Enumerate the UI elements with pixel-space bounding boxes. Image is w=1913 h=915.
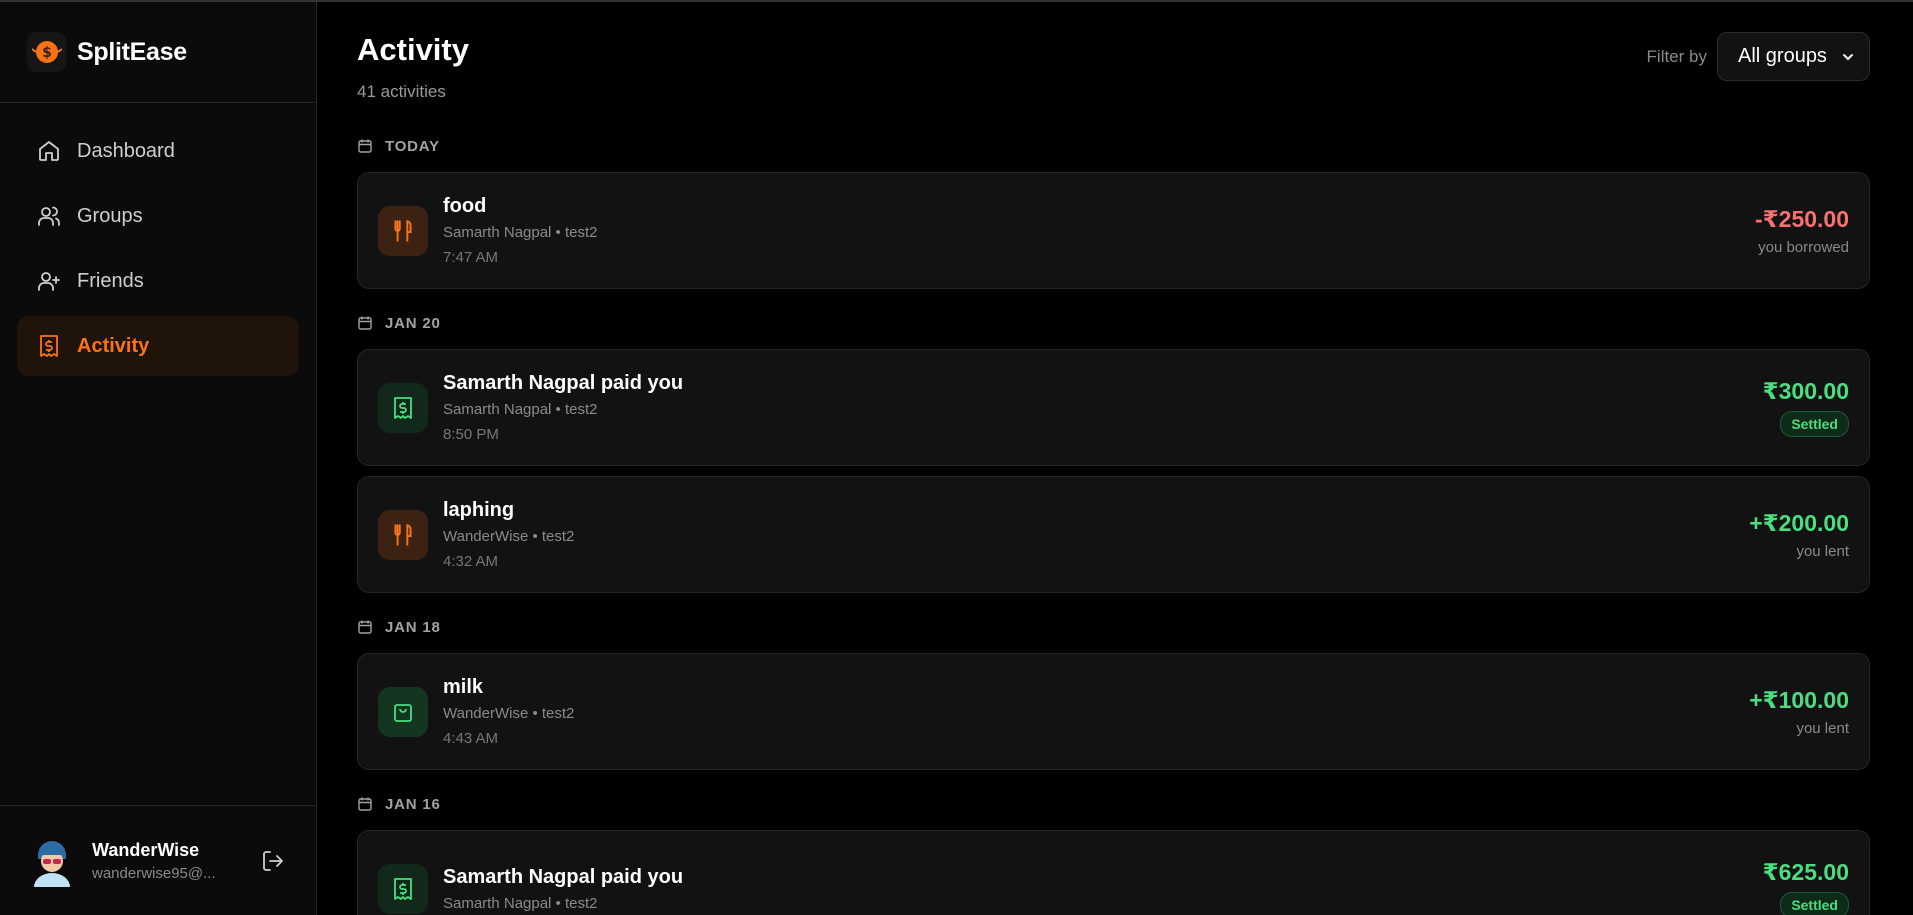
user-name: WanderWise [92,839,200,860]
logout-button[interactable] [258,846,288,876]
group-filter-value: All groups [1738,45,1827,67]
date-label: JAN 20 [385,314,441,332]
user-panel: WanderWise wanderwise95@... [0,805,316,915]
home-icon [36,138,62,164]
activity-time: 8:50 PM [443,426,499,443]
chevron-down-icon [1843,53,1853,60]
activity-title: food [443,195,487,217]
activity-amount: ₹625.00 [1762,859,1849,885]
date-header: JAN 18 [357,615,1870,639]
page-header: Activity 41 activities Filter by All gro… [357,2,1870,112]
activity-meta: WanderWise • test2 [443,705,575,722]
activity-meta: Samarth Nagpal • test2 [443,894,598,912]
activity-card[interactable]: laphing WanderWise • test2 4:32 AM +₹200… [357,476,1870,593]
date-header: JAN 16 [357,792,1870,816]
calendar-icon [358,139,372,153]
app-window: $ SplitEase Dashboard Groups Friends Act… [0,0,1913,915]
user-info: WanderWise wanderwise95@... [92,840,258,882]
receipt-icon [36,333,62,359]
svg-text:$: $ [42,45,52,61]
user-email: wanderwise95@... [92,864,216,882]
activity-time: 4:43 AM [443,730,499,747]
user-plus-icon [36,268,62,294]
status-badge: Settled [1780,411,1849,437]
sidebar-item-activity[interactable]: Activity [17,316,299,376]
activity-time: 4:32 AM [443,553,499,570]
calendar-icon [358,797,372,811]
activity-note: you lent [1796,542,1849,560]
activity-card[interactable]: Samarth Nagpal paid you Samarth Nagpal •… [357,349,1870,466]
brand[interactable]: $ SplitEase [0,2,316,103]
activity-time: 7:47 AM [443,249,499,266]
date-header: TODAY [357,134,1870,158]
activity-count: 41 activities [357,82,446,101]
brand-name: SplitEase [77,37,187,66]
receipt-icon [378,863,428,914]
users-icon [36,203,62,229]
sidebar-item-friends[interactable]: Friends [17,251,299,311]
shopping-bag-icon [378,686,428,737]
splitease-logo-icon: $ [27,32,67,72]
date-header: JAN 20 [357,311,1870,335]
group-filter-select[interactable]: All groups [1717,32,1870,81]
activity-meta: Samarth Nagpal • test2 [443,401,598,418]
calendar-icon [358,316,372,330]
sidebar-nav: Dashboard Groups Friends Activity [0,103,316,394]
status-badge: Settled [1780,892,1849,915]
filter-label: Filter by [1646,46,1707,66]
activity-amount: ₹300.00 [1762,378,1849,404]
calendar-icon [358,620,372,634]
date-label: TODAY [385,137,440,155]
date-label: JAN 16 [385,795,441,813]
activity-title: Samarth Nagpal paid you [443,372,684,394]
activity-title: laphing [443,499,515,521]
sidebar-item-label: Dashboard [77,139,175,162]
activity-card[interactable]: Samarth Nagpal paid you Samarth Nagpal •… [357,830,1870,915]
page-title: Activity [357,32,469,67]
receipt-icon [378,382,428,433]
fork-knife-icon [378,205,428,256]
activity-card[interactable]: milk WanderWise • test2 4:43 AM +₹100.00… [357,653,1870,770]
activity-amount: +₹200.00 [1749,509,1849,536]
avatar[interactable] [30,835,74,887]
date-label: JAN 18 [385,618,441,636]
activity-meta: WanderWise • test2 [443,528,575,545]
activity-title: milk [443,676,484,698]
activity-meta: Samarth Nagpal • test2 [443,224,598,241]
sidebar-item-label: Friends [77,269,144,292]
logout-icon [263,850,283,871]
fork-knife-icon [378,509,428,560]
activity-title: Samarth Nagpal paid you [443,865,684,888]
sidebar-item-label: Activity [77,334,150,357]
activity-amount: +₹100.00 [1749,686,1849,713]
activity-amount: -₹250.00 [1754,205,1849,232]
sidebar-item-groups[interactable]: Groups [17,186,299,246]
sidebar-item-label: Groups [77,204,143,227]
activity-card[interactable]: food Samarth Nagpal • test2 7:47 AM -₹25… [357,172,1870,289]
group-filter: Filter by All groups [1647,32,1870,81]
main-content: Activity 41 activities Filter by All gro… [317,2,1913,915]
sidebar-item-dashboard[interactable]: Dashboard [17,121,299,181]
activity-note: you lent [1796,719,1849,737]
sidebar: $ SplitEase Dashboard Groups Friends Act… [0,2,317,915]
activity-note: you borrowed [1758,238,1849,256]
